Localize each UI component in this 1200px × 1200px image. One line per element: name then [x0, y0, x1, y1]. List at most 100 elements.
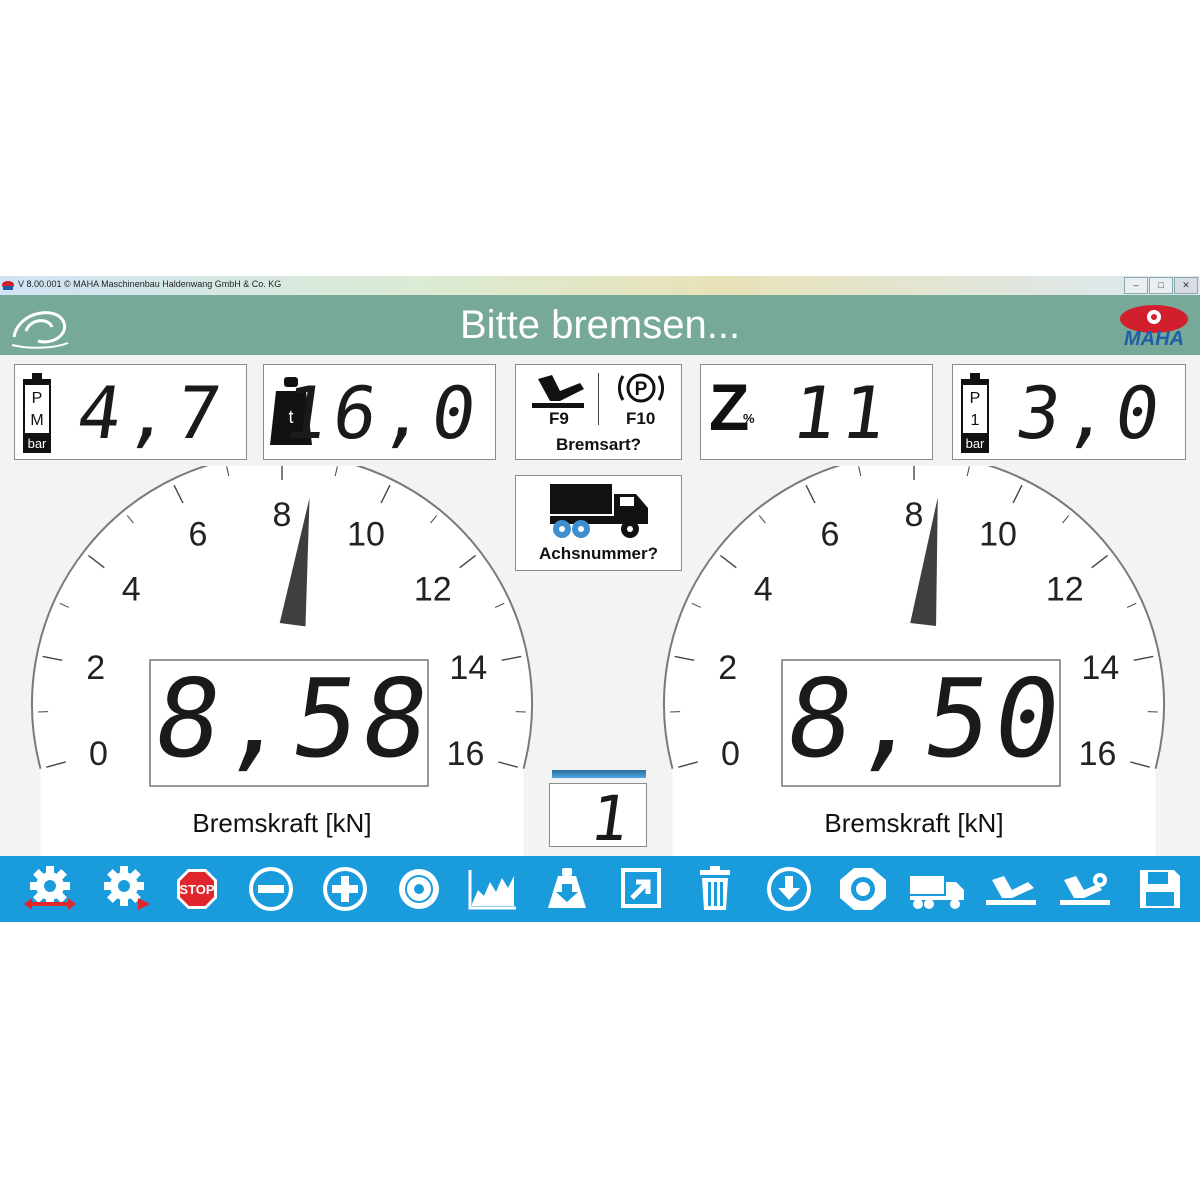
gauge-tick-label: 4	[122, 570, 141, 608]
gauge-tick-label: 2	[718, 649, 737, 687]
gauge-tick-label: 10	[347, 516, 385, 554]
gauge-label: Bremskraft [kN]	[824, 808, 1003, 838]
minus-button[interactable]	[244, 866, 298, 912]
weight-down-icon	[548, 868, 586, 908]
minimize-button[interactable]: –	[1124, 277, 1148, 294]
z-value: 11	[787, 371, 898, 455]
gauge-tick-label: 8	[273, 496, 292, 534]
gauge-tick-label: 6	[821, 516, 840, 554]
settings-next-button[interactable]	[98, 866, 152, 912]
app-icon	[2, 281, 14, 290]
minus-icon	[249, 867, 293, 911]
gauge-value: 8,58	[147, 655, 441, 781]
weight-down-button[interactable]	[540, 866, 594, 912]
export-button[interactable]	[614, 866, 668, 912]
pm-value: 4,7	[72, 371, 232, 455]
application-window: V 8.00.001 © MAHA Maschinenbau Haldenwan…	[0, 276, 1200, 922]
gauge-tick-label: 8	[905, 496, 924, 534]
chart-button[interactable]	[466, 866, 520, 912]
parking-brake-icon: P	[618, 373, 664, 403]
gauge-tick-label: 10	[979, 516, 1017, 554]
svg-text:bar: bar	[28, 436, 47, 451]
stop-button[interactable]: STOP	[170, 866, 224, 912]
svg-text:STOP: STOP	[179, 882, 214, 897]
svg-text:P: P	[32, 390, 43, 407]
brake-type-button[interactable]: F9 P F10 Bremsart?	[515, 364, 682, 460]
svg-text:1: 1	[971, 412, 980, 429]
f10-label: F10	[626, 409, 656, 428]
gauge-value: 8,50	[779, 655, 1073, 781]
delete-button[interactable]	[688, 866, 742, 912]
z-symbol: Z	[709, 370, 750, 444]
stop-icon: STOP	[177, 869, 217, 909]
axle-indicator-bar	[552, 770, 646, 778]
save-icon	[1140, 870, 1180, 908]
truck-icon	[550, 484, 648, 538]
f9-label: F9	[549, 409, 569, 428]
svg-text:bar: bar	[966, 436, 985, 451]
gauge-tick-label: 14	[1081, 649, 1119, 687]
svg-text:M: M	[30, 412, 43, 429]
status-title: Bitte bremsen...	[459, 303, 741, 347]
gauge-tick-label: 6	[189, 516, 208, 554]
z-percent-panel: Z % 11	[700, 364, 933, 460]
disc-button[interactable]	[392, 866, 446, 912]
settings-next-icon	[104, 866, 150, 910]
logo-text: MAHA	[1124, 328, 1184, 349]
window-title: V 8.00.001 © MAHA Maschinenbau Haldenwan…	[18, 279, 282, 289]
brake-pedal-icon	[986, 876, 1036, 905]
weight-panel: t 16,0	[263, 364, 496, 460]
settings-prev-button[interactable]	[22, 866, 76, 912]
axle-number-display: 1	[549, 782, 647, 855]
p1-pressure-panel: P 1 bar 3,0	[952, 364, 1186, 460]
tire-icon	[840, 868, 886, 910]
axle-value: 1	[585, 782, 640, 855]
gauge-tick-label: 0	[89, 735, 108, 773]
brake-pedal-button[interactable]	[984, 866, 1038, 912]
trash-icon	[700, 866, 730, 910]
brake-pedal-icon	[532, 375, 584, 408]
divider	[598, 373, 599, 425]
export-icon	[621, 868, 661, 908]
plus-icon	[323, 867, 367, 911]
svg-text:P: P	[635, 379, 648, 400]
gauge-tick-label: 16	[447, 735, 485, 773]
maximize-button[interactable]: □	[1149, 277, 1173, 294]
settings-prev-icon	[24, 866, 76, 910]
brake-pedal-settings-icon	[1060, 873, 1110, 905]
vehicle-button[interactable]	[910, 866, 964, 912]
pressure-gauge-icon: P 1 bar	[961, 373, 989, 453]
svg-text:P: P	[970, 390, 981, 407]
brake-type-label: Bremsart?	[555, 435, 642, 454]
pm-pressure-panel: P M bar 4,7	[14, 364, 247, 460]
close-button[interactable]: ✕	[1174, 277, 1198, 294]
maha-logo: MAHA	[1120, 305, 1188, 349]
header-bar: Bitte bremsen... MAHA	[0, 295, 1200, 355]
axle-number-label: Achsnummer?	[538, 544, 659, 563]
p1-value: 3,0	[1011, 371, 1171, 455]
plus-button[interactable]	[318, 866, 372, 912]
toolbar: STOP	[0, 856, 1200, 922]
weight-value: 16,0	[277, 371, 487, 455]
save-button[interactable]	[1132, 866, 1186, 912]
chart-icon	[468, 870, 516, 910]
gauge-tick-label: 14	[449, 649, 487, 687]
pressure-gauge-icon: P M bar	[23, 373, 51, 453]
gauge-label: Bremskraft [kN]	[192, 808, 371, 838]
gauge-tick-label: 12	[1046, 570, 1084, 608]
gauge-tick-label: 2	[86, 649, 105, 687]
brake-force-gauge-right: 0 2 4 6 8 10 12 14 168,50 Bremskraft [kN]	[663, 466, 1165, 856]
gauge-tick-label: 12	[414, 570, 452, 608]
truck-icon	[910, 876, 964, 909]
gauge-tick-label: 0	[721, 735, 740, 773]
brake-force-gauge-left: 0 2 4 6 8 10 12 14 168,58 Bremskraft [kN]	[31, 466, 533, 856]
download-icon	[767, 867, 811, 911]
download-button[interactable]	[762, 866, 816, 912]
disc-icon	[399, 869, 439, 909]
brake-pedal-settings-button[interactable]	[1058, 866, 1112, 912]
tire-button[interactable]	[836, 866, 890, 912]
axle-number-button[interactable]: Achsnummer?	[515, 475, 682, 571]
gauge-tick-label: 4	[754, 570, 773, 608]
z-percent-sub: %	[743, 411, 755, 426]
window-titlebar: V 8.00.001 © MAHA Maschinenbau Haldenwan…	[0, 276, 1200, 295]
